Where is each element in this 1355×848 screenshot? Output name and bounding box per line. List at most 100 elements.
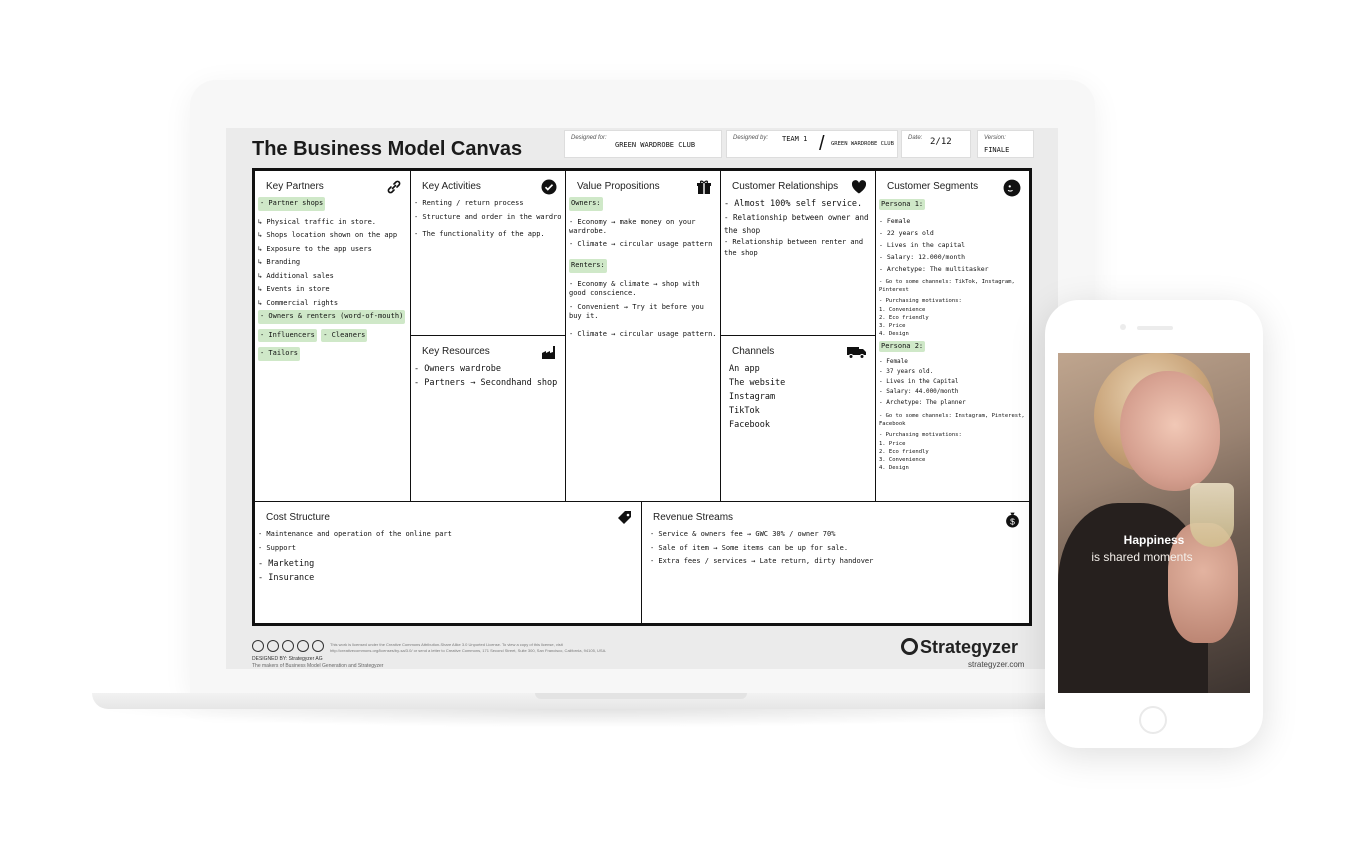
note-item: - Partners → Secondhand shop xyxy=(414,378,558,388)
brand-name: Strategyzer xyxy=(920,637,1019,657)
key-resources-notes: - Owners wardrobe - Partners → Secondhan… xyxy=(414,362,561,390)
note-item: Renters: xyxy=(569,259,607,273)
note-item: - Extra fees / services → Late return, d… xyxy=(650,557,874,565)
creative-commons-icons xyxy=(252,640,327,652)
note-item: - Owners & renters (word-of-mouth) xyxy=(258,310,406,324)
phone-speaker xyxy=(1137,326,1173,330)
note-item: 1. Price xyxy=(879,441,906,447)
customer-relationships-block[interactable]: Customer Relationships - Almost 100% sel… xyxy=(720,170,876,336)
note-item: ↳ Exposure to the app users xyxy=(258,244,372,253)
cc-nd-icon xyxy=(312,640,324,652)
laptop-screen: The Business Model Canvas Designed for: … xyxy=(226,128,1058,669)
date-value: 2/12 xyxy=(930,137,952,147)
note-item: - Support xyxy=(258,543,296,552)
note-item: - 37 years old. xyxy=(879,368,934,375)
key-activities-notes: - Renting / return process - Structure a… xyxy=(414,197,561,242)
note-item: - Tailors xyxy=(258,347,300,361)
value-propositions-block[interactable]: Value Propositions Owners: - Economy → m… xyxy=(565,170,721,502)
page-title: The Business Model Canvas xyxy=(252,138,523,160)
designed-by-field[interactable]: Designed by: TEAM 1 / GREEN WARDROBE CLU… xyxy=(726,130,898,158)
note-item: - The functionality of the app. xyxy=(414,230,545,238)
note-item: 3. Convenience xyxy=(879,457,926,463)
cost-structure-block[interactable]: Cost Structure - Maintenance and operati… xyxy=(254,501,642,624)
note-item: TikTok xyxy=(729,406,760,416)
revenue-streams-block[interactable]: Revenue Streams $ - Service & owners fee… xyxy=(641,501,1030,624)
customer-segments-block[interactable]: Customer Segments Persona 1: - Female - … xyxy=(875,170,1030,502)
note-item: - Go to some channels: TikTok, Instagram… xyxy=(879,279,1015,293)
note-item: ↳ Physical traffic in store. xyxy=(258,217,377,226)
key-activities-block[interactable]: Key Activities - Renting / return proces… xyxy=(410,170,566,336)
version-label: Version: xyxy=(984,135,1006,141)
note-item: - Purchasing motivations: xyxy=(879,432,962,438)
note-item: 1. Convenience xyxy=(879,307,926,313)
key-resources-block[interactable]: Key Resources - Owners wardrobe - Partne… xyxy=(410,335,566,502)
note-item: 2. Eco friendly xyxy=(879,315,929,321)
note-item: Instagram xyxy=(729,392,776,402)
cc-sa-icon xyxy=(282,640,294,652)
note-item: - Renting / return process xyxy=(414,199,524,207)
note-item: An app xyxy=(729,364,760,374)
key-partners-title: Key Partners xyxy=(266,181,324,192)
note-item: - Influencers xyxy=(258,328,317,342)
date-field[interactable]: Date: 2/12 xyxy=(901,130,971,158)
phone-home-button[interactable] xyxy=(1139,706,1167,734)
designed-by-value-2: GREEN WARDROBE CLUB xyxy=(831,141,894,147)
note-item: - Archetype: The planner xyxy=(879,399,966,406)
note-item: Facebook xyxy=(729,420,770,430)
value-propositions-notes: Owners: - Economy → make money on your w… xyxy=(569,197,716,341)
key-activities-title: Key Activities xyxy=(422,181,481,192)
note-item: The website xyxy=(729,378,786,388)
svg-text:$: $ xyxy=(1010,516,1015,526)
note-item: - Service & owners fee → GWC 30% / owner… xyxy=(650,530,836,538)
note-item: - Sale of item → Some items can be up fo… xyxy=(650,543,849,552)
cost-structure-title: Cost Structure xyxy=(266,512,330,523)
revenue-streams-notes: - Service & owners fee → GWC 30% / owner… xyxy=(650,528,1025,569)
note-item: - Salary: 12.000/month xyxy=(879,253,966,261)
designed-for-field[interactable]: Designed for: GREEN WARDROBE CLUB xyxy=(564,130,722,158)
money-bag-icon: $ xyxy=(1006,512,1019,528)
note-item: - Economy & climate → shop with good con… xyxy=(569,279,700,297)
version-field[interactable]: Version: FINALE xyxy=(977,130,1034,158)
note-item: - Cleaners xyxy=(321,328,368,342)
customer-relationships-notes: - Almost 100% self service. - Relationsh… xyxy=(724,197,871,259)
channels-block[interactable]: Channels An app The website Instagram Ti… xyxy=(720,335,876,502)
phone-subline: is shared moments xyxy=(1091,550,1193,564)
designed-for-label: Designed for: xyxy=(571,135,607,141)
note-item: Persona 2: xyxy=(879,341,926,352)
note-item: 4. Design xyxy=(879,465,909,471)
brand-url[interactable]: strategyzer.com xyxy=(968,660,1024,669)
key-partners-block[interactable]: Key Partners - Partner shops ↳ Physical … xyxy=(254,170,411,502)
note-item: - Climate → circular usage pattern xyxy=(569,239,713,248)
note-item: - Partner shops xyxy=(258,197,326,211)
face-icon xyxy=(1003,179,1021,197)
laptop-notch xyxy=(535,693,747,699)
designed-by-subtitle: The makers of Business Model Generation … xyxy=(252,663,384,669)
note-item: - Purchasing motivations: xyxy=(879,298,962,304)
note-item: - Archetype: The multitasker xyxy=(879,265,989,273)
channels-title: Channels xyxy=(732,346,775,357)
customer-segments-title: Customer Segments xyxy=(887,181,979,192)
note-item: 4. Design xyxy=(879,331,909,337)
check-icon xyxy=(541,179,557,195)
link-icon xyxy=(387,180,401,194)
tag-icon xyxy=(618,511,631,524)
note-item: - Marketing xyxy=(258,559,315,569)
note-item: - Go to some channels: Instagram, Pinter… xyxy=(879,413,1025,427)
key-partners-notes: - Partner shops ↳ Physical traffic in st… xyxy=(258,197,406,366)
note-item: - Almost 100% self service. xyxy=(724,199,863,209)
note-item: 3. Price xyxy=(879,323,906,329)
note-item: 2. Eco friendly xyxy=(879,449,929,455)
cc-icon xyxy=(252,640,264,652)
note-item: - Convenient → Try it before you buy it. xyxy=(569,302,704,320)
slash-divider: / xyxy=(819,133,825,155)
strategyzer-mark-icon xyxy=(901,638,918,655)
truck-icon xyxy=(847,347,866,359)
designed-by-credit: DESIGNED BY: Strategyzer AG xyxy=(252,656,323,662)
note-item: - Relationship between renter and the sh… xyxy=(724,238,864,257)
strategyzer-logo[interactable]: Strategyzer xyxy=(901,637,1018,658)
date-label: Date: xyxy=(908,135,923,141)
note-item: Persona 1: xyxy=(879,199,926,210)
cc-by-icon xyxy=(267,640,279,652)
heart-icon xyxy=(851,180,867,194)
version-value: FINALE xyxy=(984,146,1010,154)
